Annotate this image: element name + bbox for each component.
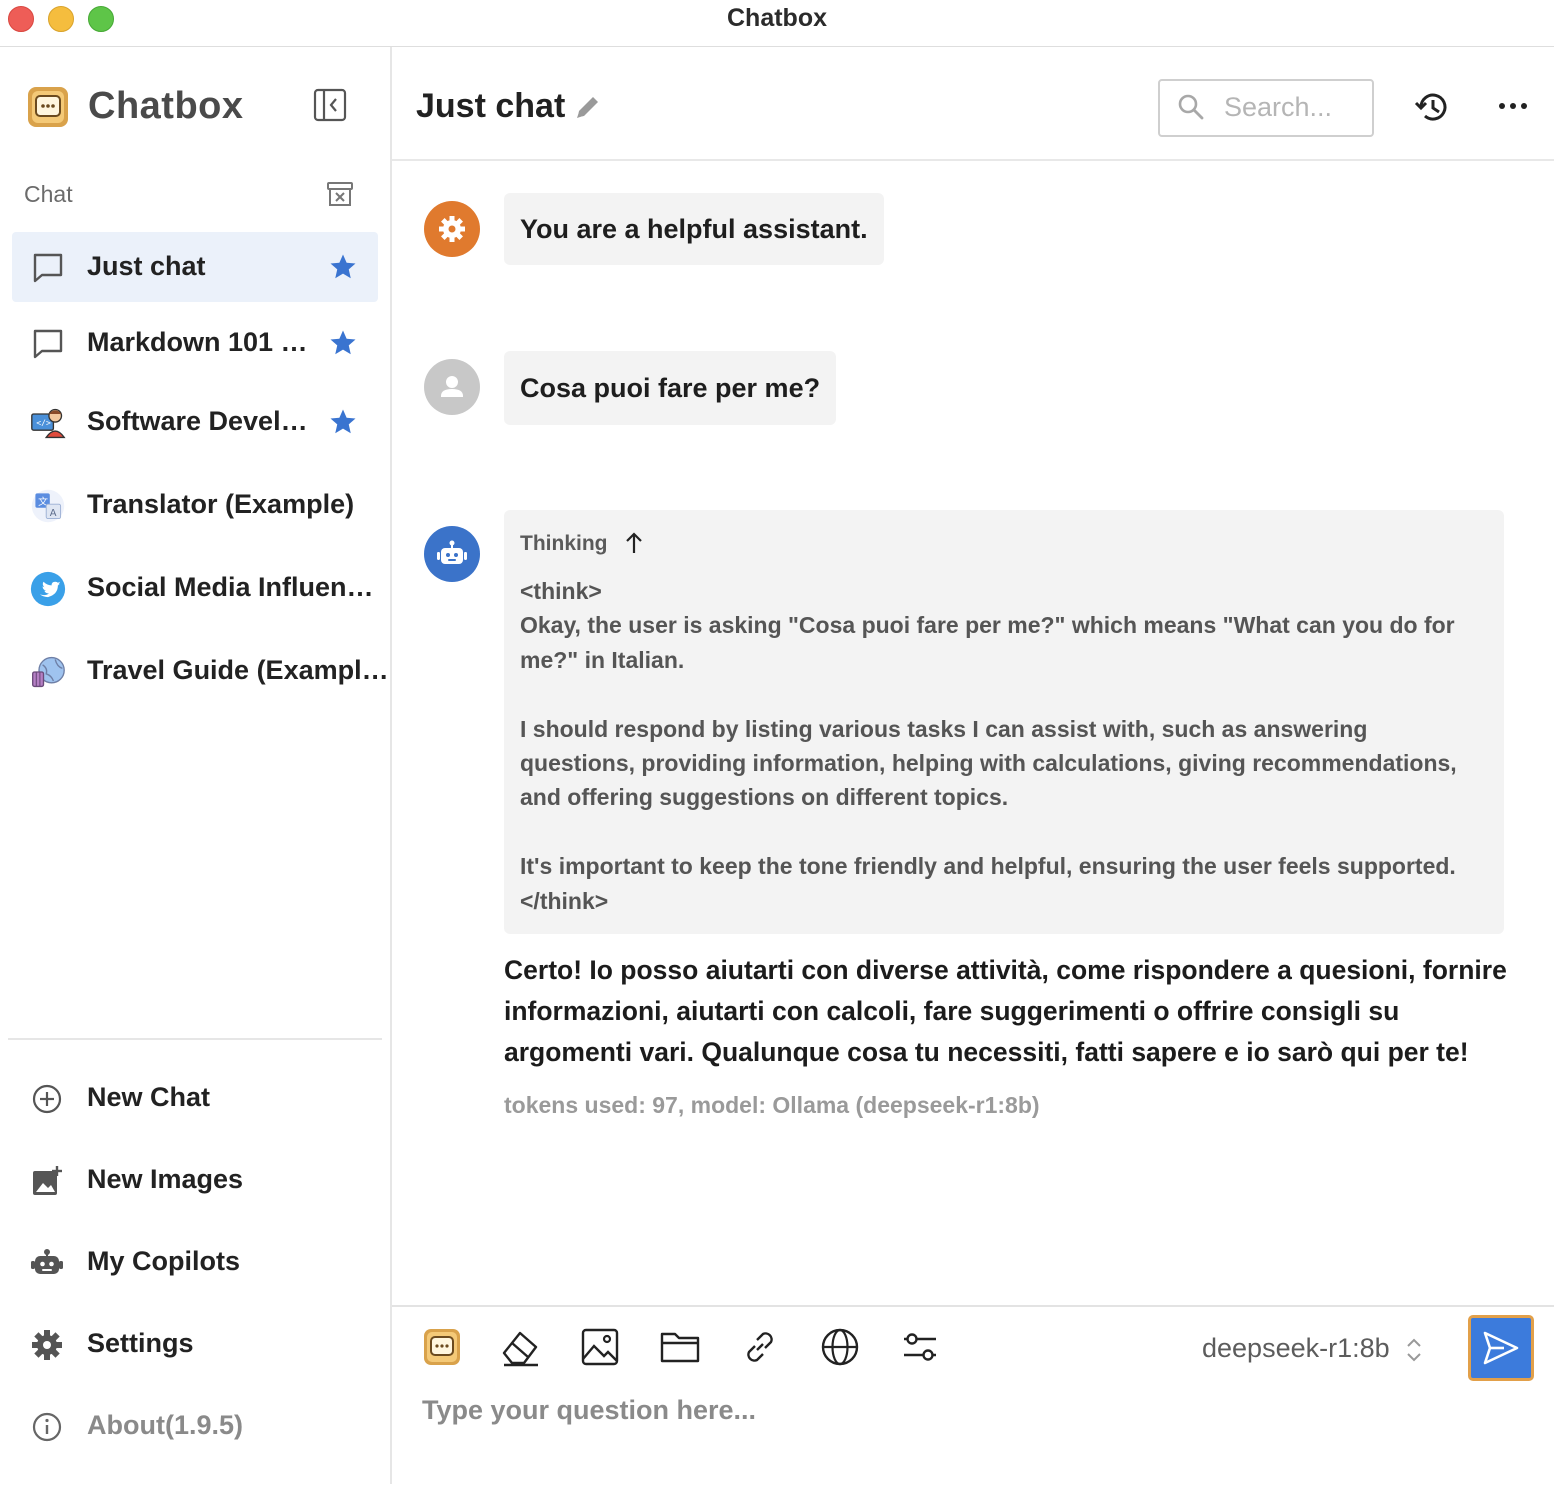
window-title: Chatbox [727, 4, 827, 32]
robot-icon [437, 540, 467, 564]
session-name: Software Devel… [87, 406, 308, 436]
main-panel: Just chat Search... You are a helpful as… [392, 47, 1554, 1484]
add-image-icon [33, 1166, 62, 1195]
user-avatar [424, 359, 480, 415]
star-icon[interactable] [328, 252, 358, 282]
session-item-social-media[interactable]: Social Media Influen… [12, 553, 378, 623]
session-item-translator[interactable]: 文 A Translator (Example) [12, 470, 378, 540]
assistant-avatar [424, 526, 480, 582]
thinking-label[interactable]: Thinking [520, 532, 608, 556]
developer-avatar-icon: </> [31, 408, 66, 439]
search-input[interactable] [1224, 90, 1364, 124]
globe-travel-icon [32, 656, 65, 688]
add-circle-icon [32, 1084, 62, 1114]
search-box[interactable] [1158, 79, 1374, 137]
folder-icon[interactable] [658, 1325, 702, 1369]
gear-icon [439, 216, 465, 242]
session-item-travel-guide[interactable]: Travel Guide (Exampl… [12, 636, 389, 706]
about-label: About(1.9.5) [87, 1410, 244, 1440]
eraser-icon[interactable] [498, 1325, 542, 1369]
image-icon[interactable] [578, 1325, 622, 1369]
new-images-button[interactable]: New Images [12, 1150, 378, 1210]
chatbox-logo-icon[interactable] [420, 1325, 464, 1369]
more-options-icon[interactable] [1496, 91, 1530, 121]
session-name: Just chat [87, 251, 206, 281]
gear-icon [32, 1330, 62, 1360]
chatbox-logo-icon [28, 87, 68, 127]
composer: deepseek-r1:8b [392, 1305, 1554, 1486]
arrow-up-icon[interactable] [622, 530, 646, 556]
link-icon[interactable] [738, 1325, 782, 1369]
assistant-answer: Certo! Io posso aiutarti con diverse att… [504, 955, 1507, 1067]
info-icon [32, 1412, 62, 1442]
chevron-up-down-icon[interactable] [1404, 1335, 1424, 1365]
person-icon [441, 376, 463, 397]
chat-title: Just chat [416, 87, 566, 125]
globe-icon[interactable] [818, 1325, 862, 1369]
sidebar-divider [8, 1038, 382, 1040]
my-copilots-label: My Copilots [87, 1246, 240, 1276]
chat-header: Just chat [392, 47, 1554, 161]
collapse-sidebar-icon[interactable] [312, 87, 348, 123]
session-item-just-chat[interactable]: Just chat [12, 232, 378, 302]
new-chat-label: New Chat [87, 1082, 211, 1112]
chat-bubble-icon [33, 253, 63, 283]
thinking-text: <think> Okay, the user is asking "Cosa p… [520, 578, 1457, 914]
robot-icon [31, 1249, 63, 1274]
new-chat-button[interactable]: New Chat [12, 1068, 378, 1128]
history-icon[interactable] [1412, 87, 1452, 127]
settings-button[interactable]: Settings [12, 1314, 378, 1374]
about-button[interactable]: About(1.9.5) [12, 1396, 378, 1456]
chat-section-label: Chat [24, 181, 73, 207]
model-selector[interactable]: deepseek-r1:8b [1202, 1333, 1390, 1364]
sidebar: Chatbox Chat Just chat Markdown 101 … </… [0, 47, 392, 1484]
brand-name: Chatbox [88, 85, 244, 127]
session-item-software-developer[interactable]: </> Software Devel… [12, 387, 378, 457]
pencil-icon[interactable] [572, 91, 604, 123]
translate-icon: 文 A [31, 489, 65, 523]
star-icon[interactable] [328, 328, 358, 358]
search-icon [1178, 94, 1204, 120]
session-item-markdown-101[interactable]: Markdown 101 … [12, 308, 378, 378]
message-input[interactable] [422, 1395, 1502, 1455]
session-name: Social Media Influen… [87, 572, 374, 602]
window-titlebar: Chatbox [0, 0, 1554, 47]
system-message: You are a helpful assistant. [504, 193, 884, 265]
session-name: Translator (Example) [87, 489, 355, 519]
thinking-panel: Thinking <think> Okay, the user is askin… [504, 510, 1504, 934]
svg-text:A: A [50, 508, 57, 519]
user-message: Cosa puoi fare per me? [504, 351, 837, 425]
session-name: Markdown 101 … [87, 327, 308, 357]
clear-conversations-icon[interactable] [325, 179, 355, 209]
star-icon[interactable] [328, 407, 358, 437]
settings-label: Settings [87, 1328, 194, 1358]
system-avatar [424, 201, 480, 257]
new-images-label: New Images [87, 1164, 244, 1194]
send-icon [1483, 1331, 1519, 1365]
sliders-icon[interactable] [898, 1325, 942, 1369]
message-meta: tokens used: 97, model: Ollama (deepseek… [504, 1092, 1040, 1118]
send-button[interactable] [1468, 1315, 1534, 1381]
my-copilots-button[interactable]: My Copilots [12, 1232, 378, 1292]
chat-bubble-icon [33, 329, 63, 359]
svg-text:</>: </> [36, 418, 51, 428]
session-name: Travel Guide (Exampl… [87, 655, 389, 685]
twitter-icon [30, 571, 66, 607]
